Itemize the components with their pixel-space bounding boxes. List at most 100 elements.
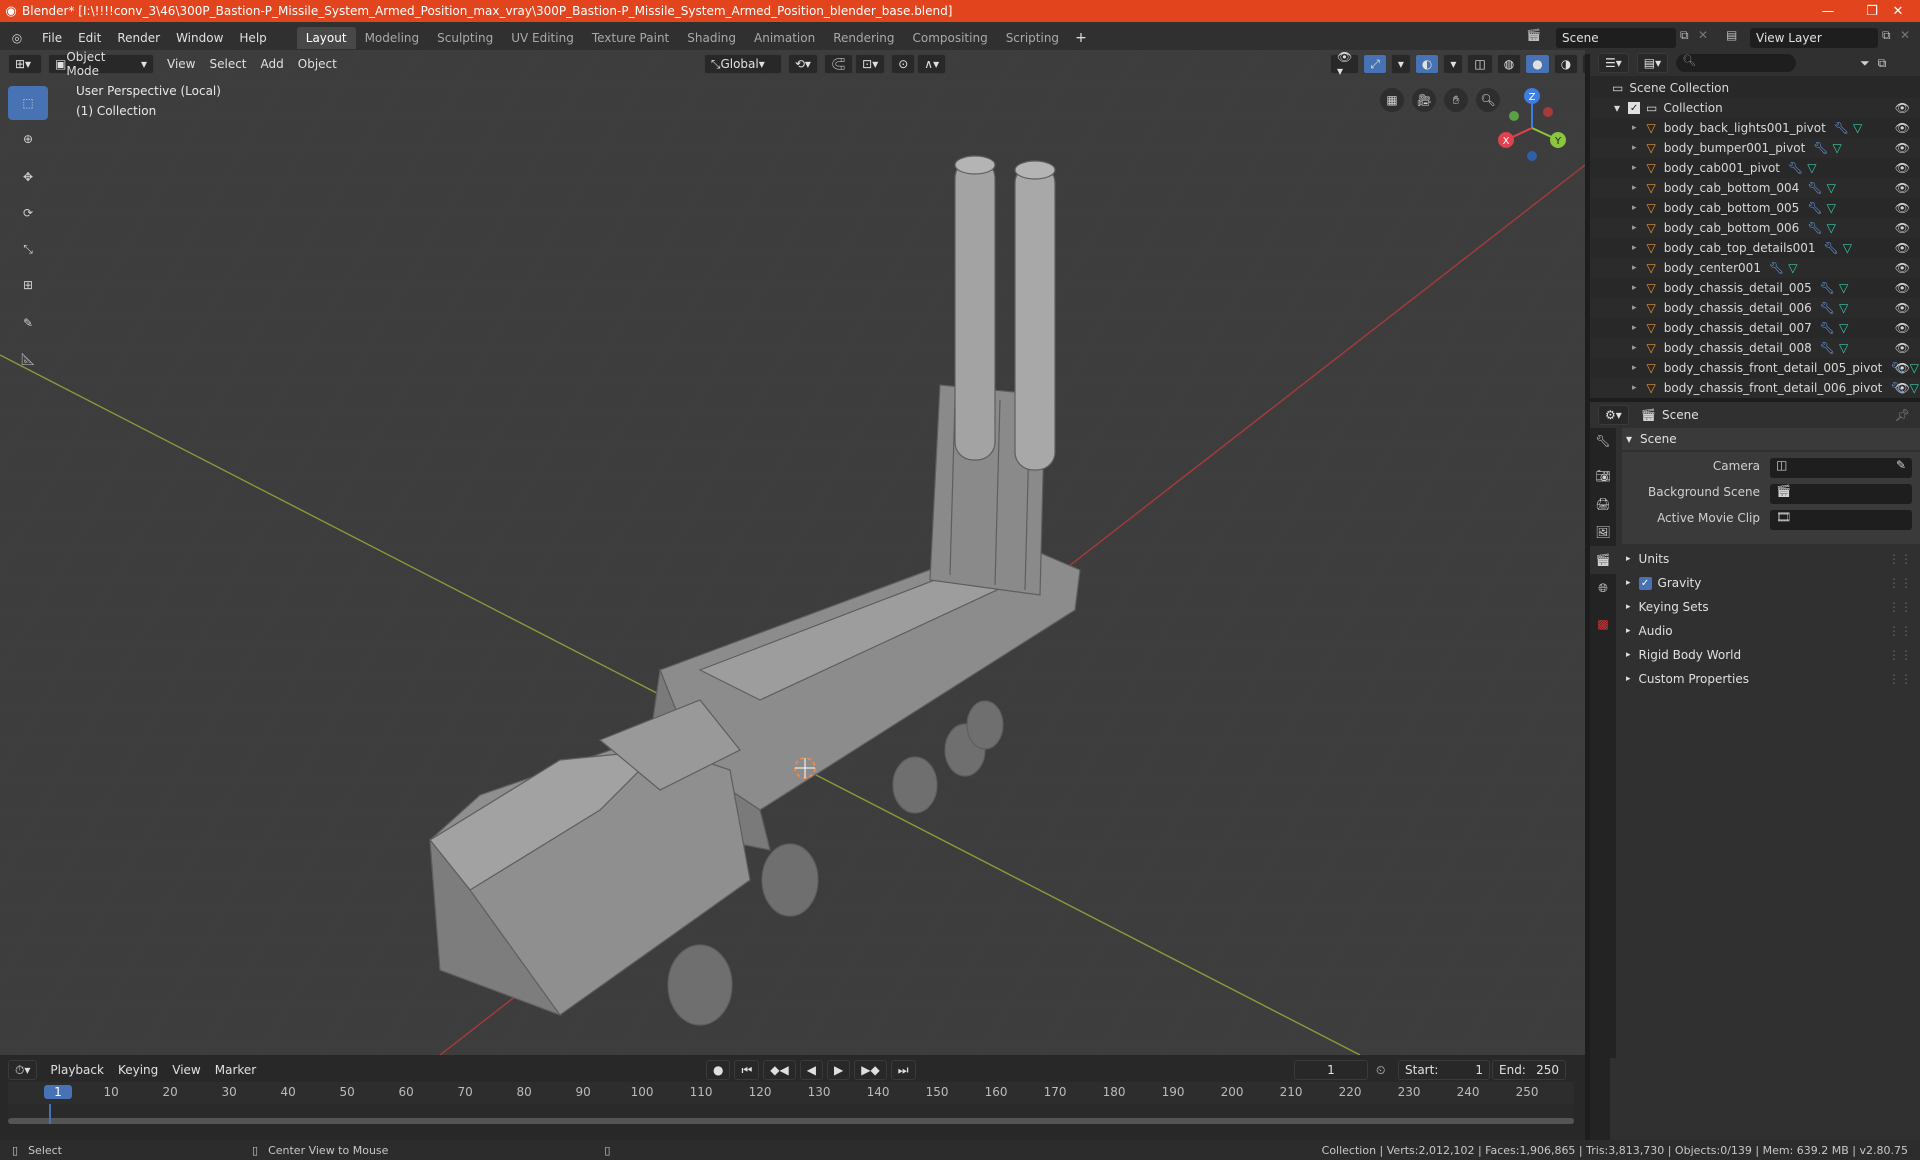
world-tab-icon[interactable]: 🌐︎ [1590,574,1616,602]
collection-visibility-icon[interactable]: 👁︎ [1895,101,1910,115]
visibility-eye-icon[interactable]: 👁︎ [1895,181,1910,195]
current-frame-field[interactable]: 1 [1294,1060,1368,1080]
mesh-data-icon[interactable]: ▽ [1833,141,1842,155]
measure-tool[interactable]: 📐︎ [8,342,48,376]
expand-arrow-icon[interactable]: ▸ [1632,343,1637,353]
visibility-eye-icon[interactable]: 👁︎ [1895,281,1910,295]
timeline-ruler[interactable]: 1 10 20 30 40 50 60 70 80 90 100 110 120 130 140 150 160… [8,1082,1574,1104]
delete-scene-icon[interactable]: ✕ [1698,28,1708,42]
panel-gravity[interactable]: ▸ ✓ Gravity ⋮⋮ [1622,572,1920,594]
mesh-data-icon[interactable]: ▽ [1807,161,1816,175]
scene-selector-icon[interactable]: 🎬︎ [1526,28,1541,42]
expand-arrow-icon[interactable]: ▸ [1632,203,1637,213]
xray-toggle[interactable]: ◫ [1467,54,1493,74]
pin-icon[interactable]: 📌︎ [1895,408,1910,422]
new-collection-icon[interactable]: ⧉ [1878,56,1887,71]
visibility-eye-icon[interactable]: 👁︎ [1895,221,1910,235]
timeline-track[interactable] [8,1104,1574,1124]
rotate-tool[interactable]: ⟳ [8,196,48,230]
modifier-wrench-icon[interactable]: 🔧︎ [1820,281,1835,295]
expand-arrow-icon[interactable]: ▸ [1632,243,1637,253]
snap-toggle[interactable]: 🧲︎ [823,54,854,74]
editor-type-button[interactable]: ⊞▾ [8,54,42,74]
jump-end-button[interactable]: ⏭ [890,1060,916,1080]
gizmo-toggle[interactable]: ⤢ [1363,54,1387,74]
visibility-eye-icon[interactable]: 👁︎ [1895,381,1910,395]
visibility-eye-icon[interactable]: 👁︎ [1895,241,1910,255]
modifier-wrench-icon[interactable]: 🔧︎ [1769,261,1784,275]
mesh-data-icon[interactable]: ▽ [1827,221,1836,235]
outliner-item[interactable]: ▸ ▽ body_chassis_detail_006 🔧︎ ▽ 👁︎ [1590,298,1920,318]
mesh-data-icon[interactable]: ▽ [1843,241,1852,255]
outliner-item[interactable]: ▸ ▽ body_chassis_front_detail_005_pivot 🔧︎ ▽… [1590,358,1920,378]
playhead-line[interactable] [49,1104,51,1124]
expand-arrow-icon[interactable]: ▸ [1632,363,1637,373]
overlays-toggle[interactable]: ◐ [1414,54,1440,74]
timeline-menu-marker[interactable]: Marker [208,1063,263,1077]
play-reverse-button[interactable]: ◀ [799,1060,823,1080]
visibility-eye-icon[interactable]: 👁︎ [1895,161,1910,175]
outliner-item[interactable]: ▸ ▽ body_cab_bottom_005 🔧︎ ▽ 👁︎ [1590,198,1920,218]
current-frame-marker[interactable]: 1 [44,1085,72,1099]
prev-keyframe-button[interactable]: ◆◀ [763,1060,796,1080]
outliner-item[interactable]: ▸ ▽ body_chassis_detail_008 🔧︎ ▽ 👁︎ [1590,338,1920,358]
visibility-eye-icon[interactable]: 👁︎ [1895,301,1910,315]
modifier-wrench-icon[interactable]: 🔧︎ [1813,141,1828,155]
eyedropper-icon[interactable]: ✎ [1896,458,1906,472]
mesh-data-icon[interactable]: ▽ [1827,181,1836,195]
blender-menu-icon[interactable]: ◎ [0,31,34,45]
mesh-data-icon[interactable]: ▽ [1839,341,1848,355]
timeline-menu-keying[interactable]: Keying [111,1063,165,1077]
expand-arrow-icon[interactable]: ▸ [1632,323,1637,333]
expand-arrow-icon[interactable]: ▸ [1632,163,1637,173]
select-box-tool[interactable]: ⬚ [8,86,48,120]
outliner-item[interactable]: ▸ ▽ body_back_lights001_pivot 🔧︎ ▽ 👁︎ [1590,118,1920,138]
tab-animation[interactable]: Animation [745,27,824,49]
panel-units[interactable]: ▸ Units ⋮⋮ [1622,548,1920,570]
annotate-tool[interactable]: ✎ [8,306,48,340]
visibility-eye-icon[interactable]: 👁︎ [1895,141,1910,155]
tab-rendering[interactable]: Rendering [824,27,903,49]
tab-texture-paint[interactable]: Texture Paint [583,27,678,49]
minimize-button[interactable]: — [1806,0,1850,22]
transform-orientation-dropdown[interactable]: ⤡ Global ▾ [703,54,782,74]
display-mode-dropdown[interactable]: ▤▾ [1636,53,1669,73]
modifier-wrench-icon[interactable]: 🔧︎ [1788,161,1803,175]
menu-render[interactable]: Render [109,31,168,45]
mesh-data-icon[interactable]: ▽ [1839,321,1848,335]
3d-viewport[interactable]: ⊞▾ ▣ Object Mode ▾ View Select Add Object ⤡… [0,50,1585,1055]
tab-compositing[interactable]: Compositing [903,27,996,49]
play-button[interactable]: ▶ [827,1060,851,1080]
menu-help[interactable]: Help [231,31,274,45]
expand-arrow-icon[interactable]: ▸ [1632,223,1637,233]
modifier-wrench-icon[interactable]: 🔧︎ [1807,201,1822,215]
view-layer-tab-icon[interactable]: 🖼︎ [1590,518,1616,546]
proportional-falloff-dropdown[interactable]: ∧▾ [917,54,947,74]
visibility-eye-icon[interactable]: 👁︎ [1895,341,1910,355]
shading-wireframe[interactable]: ◍ [1496,54,1522,74]
panel-keying-sets[interactable]: ▸ Keying Sets ⋮⋮ [1622,596,1920,618]
tab-shading[interactable]: Shading [678,27,745,49]
modifier-wrench-icon[interactable]: 🔧︎ [1820,341,1835,355]
filter-icon[interactable]: ⏷ [1860,56,1870,71]
record-button[interactable]: ● [706,1060,731,1080]
timeline-scrollbar[interactable] [8,1118,1574,1124]
viewport-menu-add[interactable]: Add [254,57,291,71]
modifier-wrench-icon[interactable]: 🔧︎ [1820,321,1835,335]
active-movie-clip-field[interactable]: 🎞︎ [1770,510,1912,530]
proportional-edit-toggle[interactable]: ⊙ [891,54,916,74]
tab-uv-editing[interactable]: UV Editing [502,27,583,49]
outliner-item[interactable]: ▸ ▽ body_cab001_pivot 🔧︎ ▽ 👁︎ [1590,158,1920,178]
panel-audio[interactable]: ▸ Audio ⋮⋮ [1622,620,1920,642]
visibility-eye-icon[interactable]: 👁︎ [1895,261,1910,275]
preview-range-icon[interactable]: ⏲ [1376,1063,1385,1078]
add-workspace-button[interactable]: + [1068,30,1094,46]
modifier-wrench-icon[interactable]: 🔧︎ [1807,221,1822,235]
render-tab-icon[interactable]: 📷︎ [1590,462,1616,490]
gizmo-dropdown[interactable]: ▾ [1390,54,1411,74]
tool-tab-icon[interactable]: 🔧︎ [1590,428,1616,454]
tab-layout[interactable]: Layout [296,27,356,49]
background-scene-field[interactable]: 🎬︎ [1770,484,1912,504]
expand-arrow-icon[interactable]: ▸ [1632,263,1637,273]
overlays-dropdown[interactable]: ▾ [1443,54,1464,74]
